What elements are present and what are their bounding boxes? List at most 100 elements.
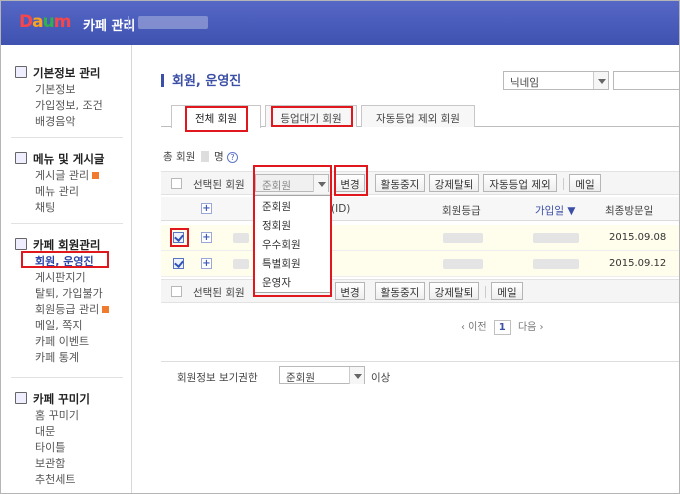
join-date-blurred xyxy=(533,259,579,269)
sidebar-item-chat[interactable]: 채팅 xyxy=(35,199,55,215)
selected-members-label: 선택된 회원 xyxy=(193,179,245,191)
view-permission-select[interactable]: 준회원 xyxy=(279,366,365,384)
last-visit-date: 2015.09.12 xyxy=(609,258,667,269)
grade-blurred xyxy=(443,233,483,243)
highlight-box xyxy=(271,106,353,127)
sidebar-section-menu[interactable]: 메뉴 및 게시글 xyxy=(15,151,105,167)
select-all-checkbox-bottom[interactable] xyxy=(171,286,182,297)
column-grade[interactable]: 회원등급 xyxy=(442,203,481,218)
sidebar-item-label: 회원등급 관리 xyxy=(35,303,100,316)
sidebar-item-label: 게시글 관리 xyxy=(35,169,90,182)
sidebar-item-bgm[interactable]: 배경음악 xyxy=(35,113,75,129)
next-page-link[interactable]: 다음 › xyxy=(518,322,544,333)
sidebar-section-title: 메뉴 및 게시글 xyxy=(33,152,105,166)
sidebar-divider xyxy=(11,377,123,378)
highlight-box xyxy=(253,165,332,297)
daum-logo[interactable]: Daum xyxy=(19,12,71,32)
highlight-box xyxy=(334,165,368,196)
action-bar-bottom: 선택된 회원 변경 활동중지 강제탈퇴 메일 xyxy=(161,279,679,303)
view-permission-bar: 회원정보 보기권한 준회원 이상 xyxy=(161,361,679,386)
sidebar-item-stats[interactable]: 카페 통계 xyxy=(35,349,79,365)
top-bar: Daum 카페 관리 xyxy=(1,1,679,45)
cafe-name-blurred xyxy=(138,16,208,29)
expand-row-icon[interactable]: + xyxy=(201,258,212,269)
search-type-select[interactable]: 닉네임 xyxy=(503,71,609,90)
sidebar-item-withdrawal[interactable]: 탈퇴, 가입불가 xyxy=(35,285,103,301)
current-page[interactable]: 1 xyxy=(493,320,511,335)
highlight-box xyxy=(185,106,248,132)
avatar-blurred xyxy=(233,233,249,243)
sidebar-item-post-manage[interactable]: 게시글 관리 xyxy=(35,167,100,183)
change-button-bottom[interactable]: 변경 xyxy=(335,282,365,300)
sidebar-item-grade-manage[interactable]: 회원등급 관리 xyxy=(35,301,110,317)
suspend-button-bottom[interactable]: 활동중지 xyxy=(375,282,425,300)
new-badge-icon xyxy=(92,172,100,179)
sidebar-section-basic[interactable]: 기본정보 관리 xyxy=(15,65,100,81)
sidebar-item-menu-manage[interactable]: 메뉴 관리 xyxy=(35,183,79,199)
select-all-checkbox[interactable] xyxy=(171,178,182,189)
sidebar-item-gate[interactable]: 대문 xyxy=(35,423,55,439)
page-title: 회원, 운영진 xyxy=(161,70,241,89)
pagination: ‹ 이전 1 다음 › xyxy=(461,318,544,335)
logo-letter: a xyxy=(32,12,44,32)
row-checkbox[interactable] xyxy=(173,258,184,269)
table-row: + 2015.09.12 xyxy=(161,251,679,277)
highlight-box xyxy=(170,228,189,247)
column-join-date[interactable]: 가입일 ▼ xyxy=(535,203,575,218)
sidebar-section-decorate[interactable]: 카페 꾸미기 xyxy=(15,391,90,407)
auto-upgrade-exclude-button[interactable]: 자동등업 제외 xyxy=(483,174,557,192)
count-blurred xyxy=(200,151,209,162)
title-divider xyxy=(128,16,129,30)
sidebar-item-home-decor[interactable]: 홈 꾸미기 xyxy=(35,407,79,423)
app-window: Daum 카페 관리 기본정보 관리 기본정보 가입정보, 조건 배경음악 메뉴… xyxy=(0,0,680,494)
expand-row-icon[interactable]: + xyxy=(201,232,212,243)
search-input[interactable] xyxy=(613,71,679,90)
view-permission-value: 준회원 xyxy=(286,372,315,384)
sidebar-item-recommend[interactable]: 추천세트 xyxy=(35,471,75,487)
sidebar-item-basic-info[interactable]: 기본정보 xyxy=(35,81,75,97)
chevron-down-icon xyxy=(593,72,608,89)
column-id: (ID) xyxy=(331,203,351,215)
search-type-value: 닉네임 xyxy=(510,77,539,89)
prev-page-link[interactable]: ‹ 이전 xyxy=(461,322,487,333)
avatar-blurred xyxy=(233,259,249,269)
view-permission-suffix: 이상 xyxy=(371,372,391,384)
sidebar-section-title: 카페 꾸미기 xyxy=(33,392,90,406)
suspend-button[interactable]: 활동중지 xyxy=(375,174,425,192)
expand-all-icon[interactable]: + xyxy=(201,203,212,214)
mail-button[interactable]: 메일 xyxy=(569,174,601,192)
mail-button-bottom[interactable]: 메일 xyxy=(491,282,523,300)
column-last-visit[interactable]: 최종방문일 xyxy=(605,203,653,218)
force-withdraw-button[interactable]: 강제탈퇴 xyxy=(429,174,479,192)
member-count: 총 회원 명 ? xyxy=(163,149,239,164)
sidebar-section-title: 기본정보 관리 xyxy=(33,66,101,80)
menu-board-icon xyxy=(15,152,27,164)
last-visit-date: 2015.09.08 xyxy=(609,232,667,243)
join-date-blurred xyxy=(533,233,579,243)
highlight-box xyxy=(21,251,109,268)
document-edit-icon xyxy=(15,66,27,78)
tab-auto-exclude[interactable]: 자동등업 제외 회원 xyxy=(361,105,475,127)
main-content: 회원, 운영진 닉네임 전체 회원 등업대기 회원 자동등업 제외 회원 총 회… xyxy=(133,45,679,493)
count-suffix: 명 xyxy=(214,151,224,163)
table-header: + (ID) 회원등급 가입일 ▼ 최종방문일 xyxy=(161,197,679,221)
sidebar: 기본정보 관리 기본정보 가입정보, 조건 배경음악 메뉴 및 게시글 게시글 … xyxy=(1,45,132,493)
sidebar-item-join-info[interactable]: 가입정보, 조건 xyxy=(35,97,103,113)
force-withdraw-button-bottom[interactable]: 강제탈퇴 xyxy=(429,282,479,300)
help-icon[interactable]: ? xyxy=(227,152,239,163)
button-divider xyxy=(485,286,486,298)
logo-letter: u xyxy=(42,12,55,32)
action-bar-top: 선택된 회원 준회원 변경 활동중지 강제탈퇴 자동등업 제외 메일 xyxy=(161,171,679,195)
chevron-down-icon xyxy=(349,367,364,384)
button-divider xyxy=(563,178,564,190)
sidebar-item-board-keeper[interactable]: 게시판지기 xyxy=(35,269,86,285)
view-permission-label: 회원정보 보기권한 xyxy=(177,372,258,384)
decorate-icon xyxy=(15,392,27,404)
sidebar-item-event[interactable]: 카페 이벤트 xyxy=(35,333,89,349)
sidebar-item-mail[interactable]: 메일, 쪽지 xyxy=(35,317,82,333)
selected-members-label: 선택된 회원 xyxy=(193,287,245,299)
sidebar-item-title[interactable]: 타이틀 xyxy=(35,439,65,455)
count-prefix: 총 회원 xyxy=(163,151,196,163)
sidebar-divider xyxy=(11,137,123,138)
sidebar-item-storage[interactable]: 보관함 xyxy=(35,455,65,471)
